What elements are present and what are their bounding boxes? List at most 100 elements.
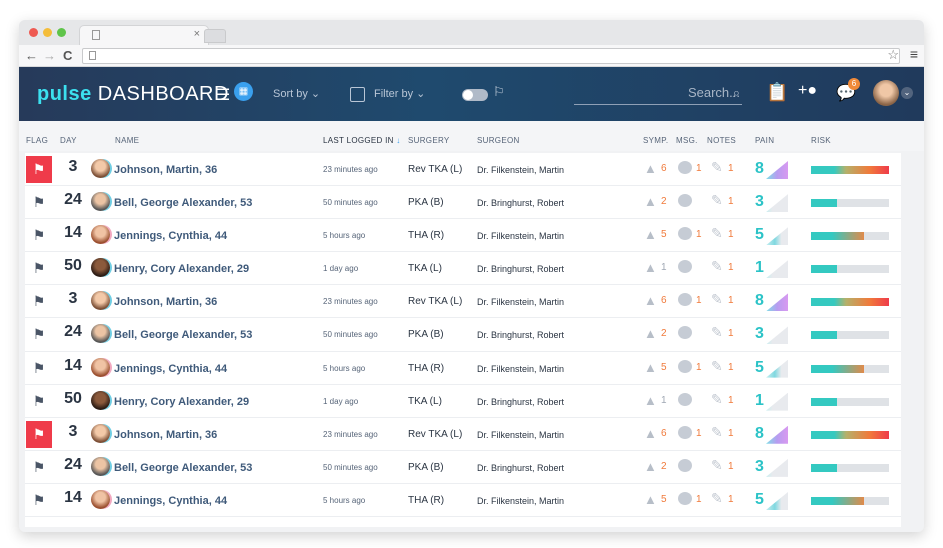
chevron-down-icon[interactable]: ⌄	[901, 87, 913, 99]
flag-icon[interactable]: ⚑	[26, 156, 52, 183]
filter-dropdown[interactable]: Filter by ⌄	[374, 87, 425, 100]
list-view-icon[interactable]: ☰	[216, 85, 230, 105]
patient-name[interactable]: Jennings, Cynthia, 44	[114, 230, 227, 242]
message-icon[interactable]	[678, 392, 692, 406]
col-risk[interactable]: RISK	[811, 136, 831, 145]
patient-name[interactable]: Henry, Cory Alexander, 29	[114, 396, 249, 408]
message-icon[interactable]	[678, 359, 692, 373]
flag-icon[interactable]: ⚑	[26, 420, 52, 448]
warning-icon[interactable]: ▲ 2	[644, 459, 667, 474]
forward-icon[interactable]: →	[43, 48, 56, 63]
col-pain[interactable]: PAIN	[755, 136, 774, 145]
close-window-dot[interactable]	[29, 28, 38, 37]
col-flag[interactable]: FLAG	[26, 136, 48, 145]
patient-name[interactable]: Henry, Cory Alexander, 29	[114, 263, 249, 275]
warning-icon[interactable]: ▲ 2	[644, 194, 667, 209]
table-row[interactable]: ⚑ 24 Bell, George Alexander, 53 50 minut…	[25, 450, 901, 484]
pencil-icon[interactable]: ✎	[711, 424, 723, 441]
warning-icon[interactable]: ▲ 1	[644, 393, 667, 408]
back-icon[interactable]: ←	[25, 48, 38, 63]
flag-icon[interactable]: ⚑	[26, 454, 52, 481]
col-msg[interactable]: MSG.	[676, 136, 698, 145]
message-icon[interactable]	[678, 458, 692, 472]
flag-icon[interactable]: ⚑	[26, 321, 52, 348]
table-row[interactable]: ⚑ 14 Jennings, Cynthia, 44 5 hours ago T…	[25, 219, 901, 253]
pencil-icon[interactable]: ✎	[711, 291, 723, 308]
patient-name[interactable]: Bell, George Alexander, 53	[114, 462, 252, 474]
browser-tab[interactable]: ×	[79, 25, 209, 45]
pencil-icon[interactable]: ✎	[711, 192, 723, 209]
message-icon[interactable]	[678, 425, 692, 439]
patient-name[interactable]: Johnson, Martin, 36	[114, 164, 217, 176]
table-row[interactable]: ⚑ 50 Henry, Cory Alexander, 29 1 day ago…	[25, 252, 901, 286]
table-row[interactable]: ⚑ 3 Johnson, Martin, 36 23 minutes ago R…	[25, 153, 901, 187]
reload-icon[interactable]: C	[63, 48, 72, 63]
col-day[interactable]: DAY	[60, 136, 77, 145]
search-icon[interactable]: ⌕	[733, 85, 740, 101]
pencil-icon[interactable]: ✎	[711, 358, 723, 375]
col-surgery[interactable]: SURGERY	[408, 136, 450, 145]
col-symp[interactable]: SYMP.	[643, 136, 668, 145]
table-row[interactable]: ⚑ 14 Jennings, Cynthia, 44 5 hours ago T…	[25, 351, 901, 385]
patient-name[interactable]: Jennings, Cynthia, 44	[114, 495, 227, 507]
warning-icon[interactable]: ▲ 5	[644, 360, 667, 375]
warning-icon[interactable]: ▲ 2	[644, 326, 667, 341]
message-icon[interactable]	[678, 227, 692, 241]
pencil-icon[interactable]: ✎	[711, 258, 723, 275]
message-icon[interactable]	[678, 326, 692, 340]
table-row[interactable]: ⚑ 50 Henry, Cory Alexander, 29 1 day ago…	[25, 384, 901, 418]
flag-icon[interactable]: ⚑	[26, 388, 52, 415]
new-tab-button[interactable]	[204, 29, 226, 43]
calendar-view-icon[interactable]: ▦	[234, 82, 253, 101]
pencil-icon[interactable]: ✎	[711, 324, 723, 341]
message-icon[interactable]	[678, 260, 692, 274]
user-avatar[interactable]	[873, 80, 899, 106]
warning-icon[interactable]: ▲ 5	[644, 227, 667, 242]
message-icon[interactable]	[678, 293, 692, 307]
sort-dropdown[interactable]: Sort by ⌄	[273, 87, 320, 100]
message-icon[interactable]	[678, 194, 692, 208]
browser-menu-icon[interactable]: ≡	[910, 46, 918, 62]
warning-icon[interactable]: ▲ 5	[644, 492, 667, 507]
minimize-window-dot[interactable]	[43, 28, 52, 37]
clipboard-icon[interactable]: 📋	[766, 82, 788, 103]
col-surgeon[interactable]: SURGEON	[477, 136, 520, 145]
pencil-icon[interactable]: ✎	[711, 159, 723, 176]
flag-icon[interactable]: ⚑	[26, 189, 52, 216]
col-name[interactable]: NAME	[115, 136, 139, 145]
pencil-icon[interactable]: ✎	[711, 391, 723, 408]
table-row[interactable]: ⚑ 3 Johnson, Martin, 36 23 minutes ago R…	[25, 417, 901, 451]
pencil-icon[interactable]: ✎	[711, 225, 723, 242]
col-last-logged-in[interactable]: LAST LOGGED IN ↓	[323, 136, 401, 145]
patient-name[interactable]: Johnson, Martin, 36	[114, 296, 217, 308]
add-user-icon[interactable]: +●	[798, 82, 817, 100]
flag-toggle[interactable]	[462, 89, 488, 101]
bookmark-star-icon[interactable]: ☆	[887, 47, 899, 63]
flag-icon[interactable]: ⚑	[26, 255, 52, 282]
flag-icon[interactable]: ⚑	[26, 222, 52, 249]
table-row[interactable]: ⚑ 3 Johnson, Martin, 36 23 minutes ago R…	[25, 285, 901, 319]
url-field[interactable]	[82, 48, 900, 64]
table-row[interactable]: ⚑ 14 Jennings, Cynthia, 44 5 hours ago T…	[25, 483, 901, 518]
flag-icon[interactable]: ⚑	[26, 355, 52, 382]
table-row[interactable]: ⚑ 24 Bell, George Alexander, 53 50 minut…	[25, 186, 901, 220]
warning-icon[interactable]: ▲ 1	[644, 260, 667, 275]
flag-icon[interactable]: ⚑	[26, 288, 52, 315]
message-icon[interactable]	[678, 161, 692, 174]
table-row[interactable]: ⚑ 24 Bell, George Alexander, 53 50 minut…	[25, 318, 901, 352]
warning-icon[interactable]: ▲ 6	[644, 426, 667, 441]
app-logo[interactable]: pulse DASHBOARD	[37, 83, 229, 106]
message-icon[interactable]	[678, 491, 692, 505]
tab-close-icon[interactable]: ×	[194, 28, 200, 40]
filter-checkbox[interactable]	[350, 87, 365, 102]
warning-icon[interactable]: ▲ 6	[644, 293, 667, 308]
flag-icon[interactable]: ⚑	[26, 487, 52, 514]
warning-icon[interactable]: ▲ 6	[644, 161, 667, 176]
col-notes[interactable]: NOTES	[707, 136, 736, 145]
search-input[interactable]: Search... ⌕	[574, 85, 742, 105]
patient-name[interactable]: Jennings, Cynthia, 44	[114, 363, 227, 375]
patient-name[interactable]: Bell, George Alexander, 53	[114, 329, 252, 341]
patient-name[interactable]: Johnson, Martin, 36	[114, 429, 217, 441]
pencil-icon[interactable]: ✎	[711, 457, 723, 474]
zoom-window-dot[interactable]	[57, 28, 66, 37]
